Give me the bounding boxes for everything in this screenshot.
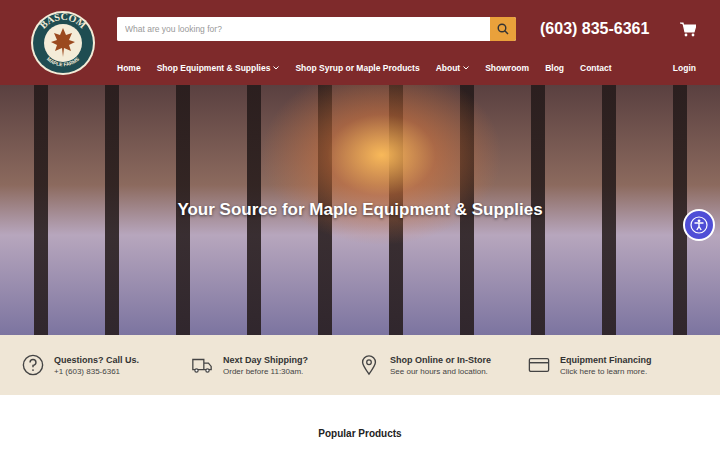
feature-title: Next Day Shipping?: [223, 355, 308, 365]
magnifier-icon: [497, 23, 509, 35]
search-bar: [117, 17, 516, 41]
question-icon: [22, 354, 44, 376]
nav-item[interactable]: Showroom: [485, 63, 529, 73]
svg-text:BASCOM: BASCOM: [37, 11, 88, 31]
feature-item[interactable]: Shop Online or In-Store See our hours an…: [358, 354, 528, 376]
feature-title: Questions? Call Us.: [54, 355, 139, 365]
hero-banner: Your Source for Maple Equipment & Suppli…: [0, 85, 720, 335]
credit-card-icon: [528, 354, 550, 376]
feature-subtitle: Click here to learn more.: [560, 367, 652, 376]
feature-subtitle: Order before 11:30am.: [223, 367, 308, 376]
hero-heading: Your Source for Maple Equipment & Suppli…: [177, 200, 542, 220]
nav-item[interactable]: Blog: [545, 63, 564, 73]
site-header: BASCOM MAPLE FARMS (603) 835-6361 Home Sh…: [0, 0, 720, 85]
page: BASCOM MAPLE FARMS (603) 835-6361 Home Sh…: [0, 0, 720, 450]
nav-item[interactable]: Shop Equipment & Supplies: [157, 63, 280, 73]
truck-icon: [191, 354, 213, 376]
feature-text: Shop Online or In-Store See our hours an…: [390, 355, 491, 376]
login-link[interactable]: Login: [673, 63, 696, 73]
nav-item[interactable]: About: [436, 63, 470, 73]
popular-products: Popular Products: [0, 395, 720, 439]
nav-item[interactable]: Home: [117, 63, 141, 73]
header-top-row: (603) 835-6361: [117, 17, 696, 41]
feature-title: Equipment Financing: [560, 355, 652, 365]
feature-subtitle: +1 (603) 835-6361: [54, 367, 139, 376]
feature-strip: Questions? Call Us. +1 (603) 835-6361 Ne…: [0, 335, 720, 395]
logo[interactable]: BASCOM MAPLE FARMS: [27, 10, 99, 76]
section-title: Popular Products: [318, 428, 401, 439]
feature-item[interactable]: Equipment Financing Click here to learn …: [528, 354, 720, 376]
main-nav: Home Shop Equipment & Supplies Shop Syru…: [117, 63, 696, 73]
accessibility-button[interactable]: [683, 209, 715, 241]
feature-item[interactable]: Next Day Shipping? Order before 11:30am.: [191, 354, 358, 376]
feature-text: Equipment Financing Click here to learn …: [560, 355, 652, 376]
maple-leaf-icon: [51, 28, 75, 57]
search-input[interactable]: [117, 17, 490, 41]
feature-item[interactable]: Questions? Call Us. +1 (603) 835-6361: [22, 354, 191, 376]
feature-text: Next Day Shipping? Order before 11:30am.: [223, 355, 308, 376]
accessibility-icon: [690, 216, 708, 234]
header-right: (603) 835-6361 Home Shop Equipment & Sup…: [117, 10, 696, 85]
search-button[interactable]: [490, 17, 516, 41]
map-pin-icon: [358, 354, 380, 376]
nav-item[interactable]: Contact: [580, 63, 612, 73]
svg-text:MAPLE FARMS: MAPLE FARMS: [46, 55, 81, 67]
chevron-down-icon: [463, 66, 469, 70]
feature-text: Questions? Call Us. +1 (603) 835-6361: [54, 355, 139, 376]
cart-icon[interactable]: [680, 22, 696, 37]
feature-subtitle: See our hours and location.: [390, 367, 491, 376]
nav-item[interactable]: Shop Syrup or Maple Products: [295, 63, 419, 73]
phone-number[interactable]: (603) 835-6361: [540, 20, 649, 38]
chevron-down-icon: [273, 66, 279, 70]
feature-title: Shop Online or In-Store: [390, 355, 491, 365]
